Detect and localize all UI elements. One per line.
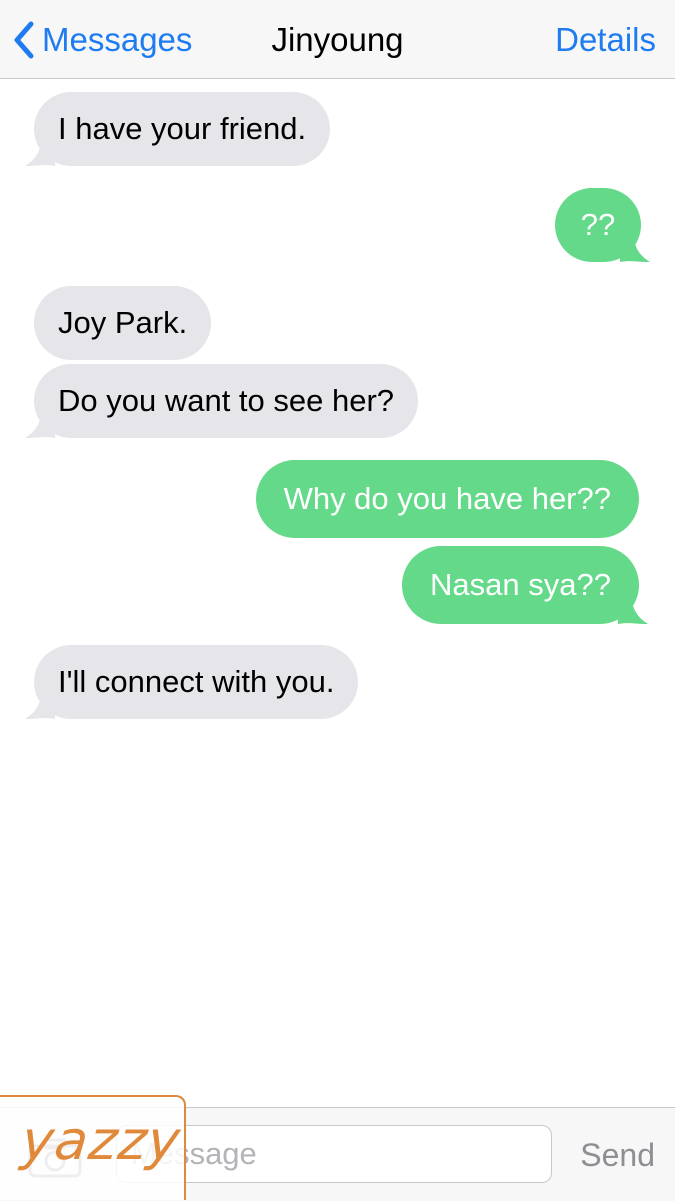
message-bubble-outgoing: Why do you have her?? xyxy=(255,460,639,538)
message-text: ?? xyxy=(580,207,616,242)
details-button[interactable]: Details xyxy=(555,18,656,62)
message-bubble-outgoing: Nasan sya?? xyxy=(402,546,648,624)
bubble-tail xyxy=(25,142,55,166)
bubble-tail xyxy=(25,414,55,438)
message-text: I'll connect with you. xyxy=(58,664,335,699)
back-button[interactable]: Messages xyxy=(12,18,192,62)
watermark-logo: yazzy xyxy=(0,1095,186,1200)
message-bubble-incoming: I have your friend. xyxy=(25,92,331,166)
message-text: Do you want to see her? xyxy=(58,383,395,418)
bubble-tail xyxy=(25,695,55,719)
message-text: Why do you have her?? xyxy=(283,481,611,516)
bubble-tail xyxy=(620,238,650,262)
bubble-tail xyxy=(618,600,648,624)
message-text: Joy Park. xyxy=(58,305,188,340)
message-bubble-incoming: I'll connect with you. xyxy=(25,645,359,719)
message-bubble-incoming: Joy Park. xyxy=(34,286,212,360)
chevron-left-icon xyxy=(14,21,34,59)
message-text: Nasan sya?? xyxy=(430,567,611,602)
send-button[interactable]: Send xyxy=(580,1133,655,1177)
message-bubble-incoming: Do you want to see her? xyxy=(25,364,419,438)
navigation-bar: Messages Jinyoung Details xyxy=(0,0,675,79)
message-text: I have your friend. xyxy=(58,111,307,146)
watermark-text: yazzy xyxy=(18,1109,185,1172)
message-bubble-outgoing: ?? xyxy=(555,188,650,262)
back-button-label: Messages xyxy=(42,21,193,58)
